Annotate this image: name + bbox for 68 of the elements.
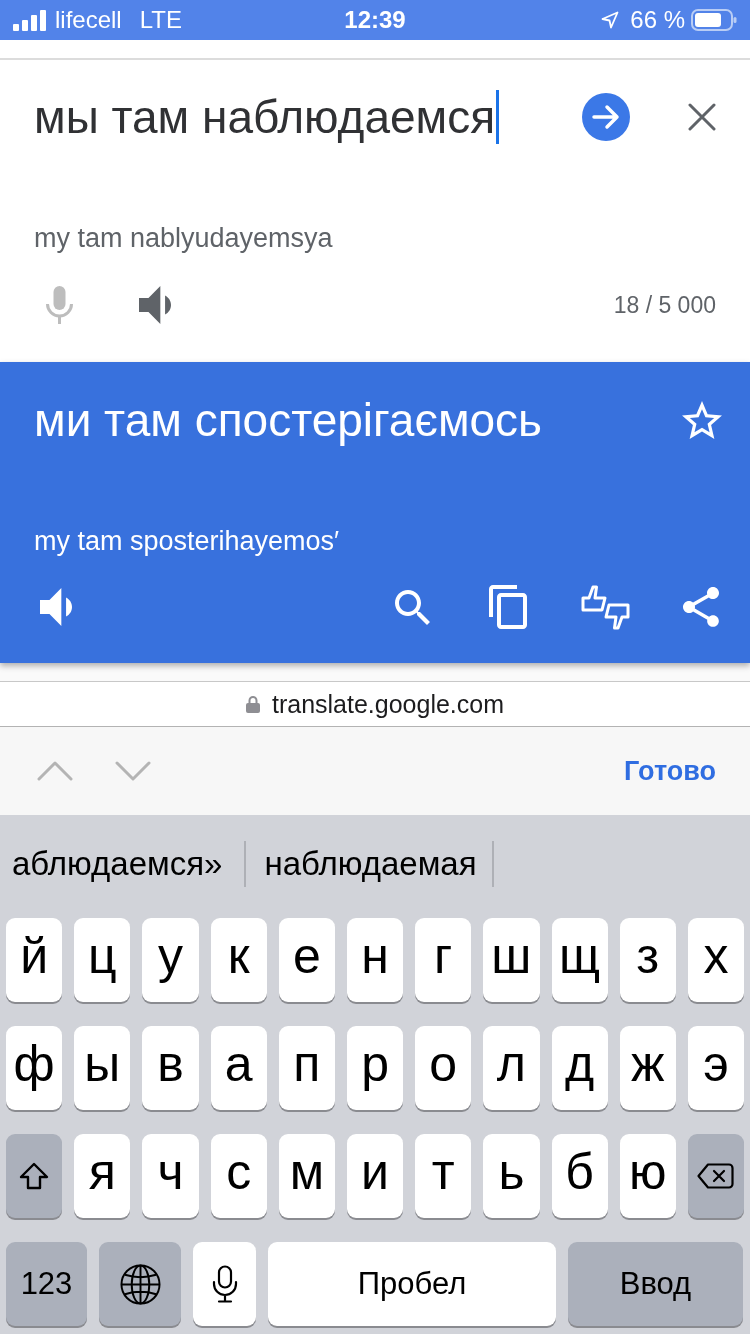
- letter-key[interactable]: п: [278, 1026, 335, 1110]
- suggestion-item[interactable]: наблюдаемая: [264, 843, 477, 884]
- letter-key[interactable]: у: [142, 918, 199, 1002]
- letter-key[interactable]: к: [210, 918, 267, 1002]
- close-icon[interactable]: [688, 103, 716, 131]
- backspace-key[interactable]: [687, 1134, 745, 1218]
- translation-text: ми там спостерігаємось: [34, 393, 544, 447]
- letter-key[interactable]: э: [687, 1026, 745, 1110]
- arrow-circle-icon[interactable]: [582, 93, 630, 141]
- url-text: translate.google.com: [271, 689, 505, 719]
- microphone-icon: [211, 1265, 238, 1303]
- letter-key[interactable]: а: [210, 1026, 267, 1110]
- return-key[interactable]: Ввод: [568, 1242, 743, 1326]
- letter-key[interactable]: д: [551, 1026, 608, 1110]
- backspace-icon: [697, 1163, 735, 1189]
- letter-key[interactable]: б: [551, 1134, 608, 1218]
- letter-key[interactable]: ц: [74, 918, 131, 1002]
- speaker-icon[interactable]: [139, 286, 171, 324]
- source-text-field[interactable]: мы там наблюдаемся: [34, 90, 582, 144]
- letter-key[interactable]: й: [6, 918, 63, 1002]
- globe-icon: [119, 1263, 161, 1305]
- shift-icon: [19, 1162, 50, 1190]
- letter-key[interactable]: о: [415, 1026, 472, 1110]
- speaker-icon[interactable]: [40, 588, 72, 626]
- letter-key[interactable]: ш: [483, 918, 540, 1002]
- space-key[interactable]: Пробел: [268, 1242, 556, 1326]
- letter-key[interactable]: л: [483, 1026, 540, 1110]
- star-icon[interactable]: [682, 401, 722, 439]
- letter-key[interactable]: х: [687, 918, 745, 1002]
- source-transliteration: my tam nablyudayemsya: [34, 223, 333, 253]
- letter-key[interactable]: с: [210, 1134, 267, 1218]
- letter-key[interactable]: ы: [74, 1026, 131, 1110]
- done-button[interactable]: Готово: [624, 755, 716, 787]
- lock-icon: [245, 695, 260, 713]
- character-count: 18 / 5 000: [613, 291, 716, 319]
- battery-icon: [691, 9, 737, 31]
- letter-key[interactable]: ю: [619, 1134, 676, 1218]
- battery-percent: 66 %: [630, 6, 685, 34]
- letter-key[interactable]: з: [619, 918, 676, 1002]
- letter-key[interactable]: ф: [6, 1026, 63, 1110]
- shift-key[interactable]: [6, 1134, 63, 1218]
- text-cursor: [496, 90, 500, 144]
- dictation-key[interactable]: [193, 1242, 256, 1326]
- carrier-name: lifecell: [55, 6, 122, 34]
- letter-key[interactable]: щ: [551, 918, 608, 1002]
- copy-icon[interactable]: [489, 585, 527, 629]
- location-arrow-icon: [601, 11, 620, 29]
- letter-key[interactable]: ж: [619, 1026, 676, 1110]
- letter-key[interactable]: м: [278, 1134, 335, 1218]
- letter-key[interactable]: г: [415, 918, 472, 1002]
- letter-key[interactable]: е: [278, 918, 335, 1002]
- letter-key[interactable]: н: [346, 918, 404, 1002]
- translation-transliteration: my tam sposterihayemos′: [34, 526, 340, 556]
- letter-key[interactable]: т: [415, 1134, 472, 1218]
- letter-key[interactable]: ч: [142, 1134, 199, 1218]
- status-time: 12:39: [344, 6, 406, 34]
- numbers-key[interactable]: 123: [6, 1242, 87, 1326]
- letter-key[interactable]: ь: [483, 1134, 540, 1218]
- globe-key[interactable]: [99, 1242, 181, 1326]
- letter-key[interactable]: р: [346, 1026, 404, 1110]
- network-type: LTE: [139, 6, 182, 34]
- suggestion-item[interactable]: аблюдаемся»: [12, 843, 223, 884]
- letter-key[interactable]: я: [74, 1134, 131, 1218]
- signal-icon: [13, 9, 46, 31]
- share-icon[interactable]: [683, 587, 719, 627]
- letter-key[interactable]: в: [142, 1026, 199, 1110]
- search-icon[interactable]: [395, 589, 430, 625]
- letter-key[interactable]: и: [346, 1134, 404, 1218]
